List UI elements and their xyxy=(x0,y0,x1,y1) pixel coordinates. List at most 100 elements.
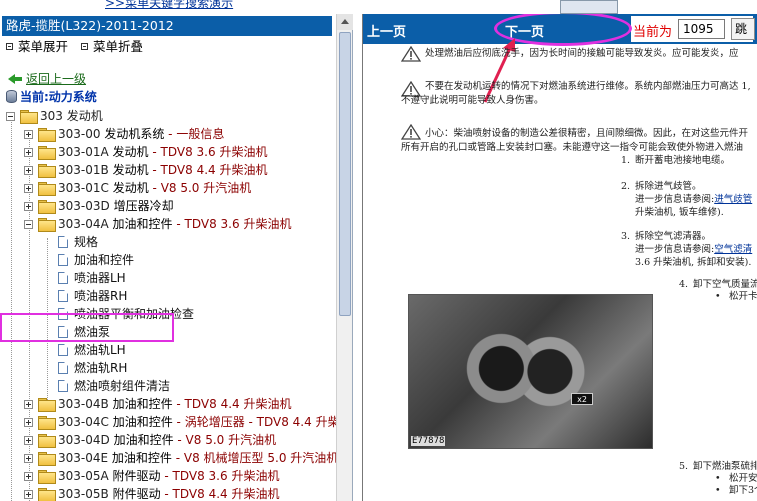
tree-item[interactable]: 303-04C 加油和控件 - 涡轮增压器 - TDV8 4.4 升柴 xyxy=(24,413,340,431)
folder-icon xyxy=(38,416,56,430)
engine-photo: x2 E77878 xyxy=(408,294,653,449)
tree-leaf[interactable]: 喷油器LH xyxy=(58,269,126,287)
document-body: 处理燃油后应彻底洗手，因为长时间的接触可能导致发炎。应可能发炎，应 不要在发动机… xyxy=(363,44,757,501)
tree-item[interactable]: 303-04E 加油和控件 - V8 机械增压型 5.0 升汽油机 xyxy=(24,449,338,467)
caution-text: 小心：柴油喷射设备的制造公差很精密，且间隙细微。因此，在对这些元件开 xyxy=(425,128,749,139)
folder-icon xyxy=(38,128,56,142)
tree-item[interactable]: 303-05A 附件驱动 - TDV8 3.6 升柴油机 xyxy=(24,467,279,485)
caution-text: 所有开启的孔口或管路上安装封口塞。未能遵守这一指令可能会致使外物进入燃油 xyxy=(401,142,744,153)
expand-toggle-icon[interactable] xyxy=(24,202,33,211)
tree-item[interactable]: 303-01B 发动机 - TDV8 4.4 升柴油机 xyxy=(24,161,267,179)
tree-root-label: 303 发动机 xyxy=(40,109,103,123)
folder-icon xyxy=(38,200,56,214)
tree-item[interactable]: 303-01C 发动机 - V8 5.0 升汽油机 xyxy=(24,179,251,197)
step-item: 升柴油机, 钣车维修). xyxy=(635,207,724,218)
expand-toggle-icon[interactable] xyxy=(24,436,33,445)
expand-toggle-icon[interactable] xyxy=(24,148,33,157)
expand-toggle-icon[interactable] xyxy=(24,454,33,463)
warning-text: 不要在发动机运转的情况下对燃油系统进行维修。系统内部燃油压力可高达 1, xyxy=(425,81,751,92)
top-thumbnail xyxy=(560,0,618,14)
tree-leaf[interactable]: 加油和控件 xyxy=(58,251,134,269)
expand-toggle-icon[interactable] xyxy=(24,400,33,409)
step-item: 3. 拆除空气滤清器。 xyxy=(621,231,712,242)
tree-item[interactable]: 303-05B 附件驱动 - TDV8 4.4 升柴油机 xyxy=(24,485,279,501)
expand-toggle-icon[interactable] xyxy=(24,418,33,427)
folder-icon xyxy=(38,164,56,178)
folder-icon xyxy=(38,434,56,448)
vehicle-title: 路虎-揽胜(L322)-2011-2012 xyxy=(2,16,332,36)
current-section: 当前:动力系统 xyxy=(6,89,97,105)
tree-leaf[interactable]: 燃油轨LH xyxy=(58,341,126,359)
tree-item[interactable]: 303-00 发动机系统 - 一般信息 xyxy=(24,125,224,143)
collapse-all-menu[interactable]: 菜单折叠 xyxy=(81,39,143,55)
document-icon xyxy=(58,236,68,248)
folder-icon xyxy=(38,146,56,160)
expand-all-label: 菜单展开 xyxy=(18,39,69,54)
tree-item[interactable]: 303-01A 发动机 - TDV8 3.6 升柴油机 xyxy=(24,143,267,161)
page-number-input[interactable] xyxy=(678,19,725,39)
step-item: 进一步信息请参阅:进气歧管 xyxy=(635,194,753,205)
tree-item[interactable]: 303-04B 加油和控件 - TDV8 4.4 升柴油机 xyxy=(24,395,291,413)
scroll-thumb[interactable] xyxy=(339,32,351,316)
back-link[interactable]: 返回上一级 xyxy=(8,71,86,87)
warning-text: 处理燃油后应彻底洗手，因为长时间的接触可能导致发炎。应可能发炎，应 xyxy=(425,48,739,59)
tree-scrollbar[interactable] xyxy=(336,14,353,501)
document-icon xyxy=(58,344,68,356)
tree-item-expanded[interactable]: 303-04A 加油和控件 - TDV8 3.6 升柴油机 xyxy=(24,215,291,233)
selection-highlight-annotation xyxy=(0,313,174,342)
step-item: 进一步信息请参阅:空气滤清 xyxy=(635,244,753,255)
folder-open-icon xyxy=(20,110,38,124)
menu-tree-pane: 路虎-揽胜(L322)-2011-2012 菜单展开 菜单折叠 返回上一级 当前… xyxy=(0,14,353,501)
sub-step-item: • 松开卡 xyxy=(715,291,757,302)
step-item: 1. 断开蓄电池接地电缆。 xyxy=(621,155,731,166)
current-section-label: 当前:动力系统 xyxy=(20,90,97,104)
expand-toggle-icon[interactable] xyxy=(24,130,33,139)
scroll-up-arrow-icon[interactable] xyxy=(337,14,353,30)
expand-toggle-icon[interactable] xyxy=(24,184,33,193)
cross-ref-link[interactable]: 进气歧管 xyxy=(714,194,752,205)
folder-icon xyxy=(38,182,56,196)
collapse-toggle-icon[interactable] xyxy=(24,220,33,229)
cross-ref-link[interactable]: 空气滤清 xyxy=(714,244,752,255)
step-item: 3.6 升柴油机, 拆卸和安装). xyxy=(635,257,752,268)
collapse-all-label: 菜单折叠 xyxy=(93,39,144,54)
sub-step-item: •卸下3个 xyxy=(715,485,757,496)
page-indicator: 当前为 跳 xyxy=(631,16,755,42)
document-icon xyxy=(58,290,68,302)
tree-item[interactable]: 303-04D 加油和控件 - V8 5.0 升汽油机 xyxy=(24,431,276,449)
prev-page-button[interactable]: 上一页 xyxy=(367,21,406,40)
document-icon xyxy=(58,272,68,284)
photo-callout: x2 xyxy=(571,393,593,405)
expand-all-menu[interactable]: 菜单展开 xyxy=(6,39,68,55)
warning-icon xyxy=(401,46,421,62)
tree-leaf[interactable]: 喷油器RH xyxy=(58,287,127,305)
warning-text: 不遵守此说明可能导致人身伤害。 xyxy=(401,95,544,106)
page-nav-bar: 上一页 下一页 当前为 跳 xyxy=(363,14,757,46)
step-item: 2. 拆除进气歧管。 xyxy=(621,181,702,192)
collapse-toggle-icon[interactable] xyxy=(6,112,15,121)
expand-toggle-icon[interactable] xyxy=(24,472,33,481)
expand-toggle-icon[interactable] xyxy=(24,490,33,499)
expand-square-icon xyxy=(6,43,13,50)
tree-root-303[interactable]: 303 发动机 xyxy=(6,107,103,125)
current-page-label: 当前为 xyxy=(633,25,673,40)
tree-item[interactable]: 303-03D 增压器冷却 xyxy=(24,197,174,215)
folder-icon xyxy=(38,452,56,466)
document-pane: 上一页 下一页 当前为 跳 处理燃油后应彻底洗手，因为长时间的接触可能导致发炎。… xyxy=(362,14,757,501)
tree-leaf[interactable]: 规格 xyxy=(58,233,98,251)
folder-icon xyxy=(38,398,56,412)
tree-leaf[interactable]: 燃油喷射组件清洁 xyxy=(58,377,170,395)
document-icon xyxy=(58,380,68,392)
tree-leaf[interactable]: 燃油轨RH xyxy=(58,359,127,377)
jump-button[interactable]: 跳 xyxy=(731,18,755,40)
folder-open-icon xyxy=(38,218,56,232)
database-icon xyxy=(6,90,17,103)
folder-icon xyxy=(38,470,56,484)
photo-caption: E77878 xyxy=(411,436,446,446)
warning-icon xyxy=(401,124,421,140)
back-label: 返回上一级 xyxy=(26,72,87,86)
folder-icon xyxy=(38,488,56,501)
document-icon xyxy=(58,254,68,266)
expand-toggle-icon[interactable] xyxy=(24,166,33,175)
keyword-search-demo-link[interactable]: >>菜单关键字搜索演示 xyxy=(105,0,233,11)
